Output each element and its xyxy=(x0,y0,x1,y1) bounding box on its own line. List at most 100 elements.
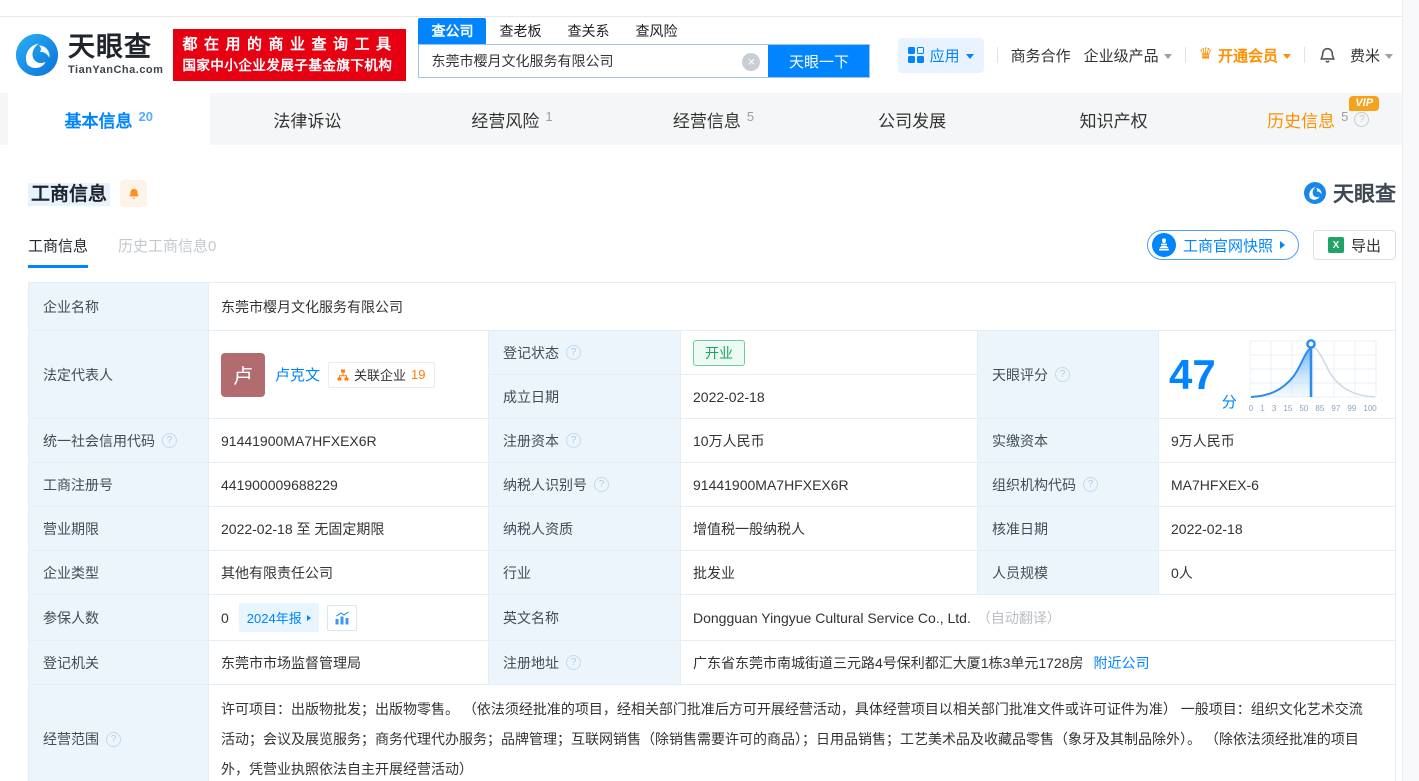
search-tab[interactable]: 查关系 xyxy=(554,18,622,44)
table-row-insured: 参保人数 0 2024年报 英文名称 Dongguan Yingyue Cult… xyxy=(29,595,1395,641)
crown-icon: ♛ xyxy=(1199,47,1213,63)
search-tab[interactable]: 查风险 xyxy=(622,18,690,44)
info-label: 人员规模 xyxy=(978,551,1159,594)
axis-tick: 1 xyxy=(1260,404,1264,413)
english-name-cell: Dongguan Yingyue Cultural Service Co., L… xyxy=(681,595,1395,640)
enterprise-products-menu[interactable]: 企业级产品 xyxy=(1084,45,1172,66)
subscribe-bell-icon[interactable] xyxy=(120,180,147,207)
tianyancha-logo-icon xyxy=(14,32,60,78)
help-icon[interactable] xyxy=(162,433,177,448)
business-info-table: 企业名称 东莞市樱月文化服务有限公司 法定代表人 卢 卢克文 关联企业 19 登… xyxy=(28,282,1396,781)
caret-right-icon xyxy=(1280,241,1285,249)
info-value: 441900009688229 xyxy=(209,463,489,506)
table-actions: 工商官网快照 导出 xyxy=(1147,230,1396,268)
info-value: 10万人民币 xyxy=(681,419,978,462)
chevron-down-icon xyxy=(1385,54,1393,59)
table-row-legal-rep: 法定代表人 卢 卢克文 关联企业 19 登记状态 开业 成立日期 2022-02… xyxy=(29,331,1395,419)
search-area: 查公司 查老板 查关系 查风险 天眼一下 xyxy=(418,18,870,78)
bar-chart-icon xyxy=(334,611,350,625)
main-tab[interactable]: VIP 经营信息 5 xyxy=(613,93,815,145)
related-count: 19 xyxy=(411,367,425,382)
legal-rep-link[interactable]: 卢克文 xyxy=(275,364,320,385)
info-value: MA7HFXEX-6 xyxy=(1159,463,1395,506)
help-icon[interactable] xyxy=(106,732,121,747)
info-label: 英文名称 xyxy=(489,595,681,640)
establish-date-value: 2022-02-18 xyxy=(681,375,978,418)
search-tabs: 查公司 查老板 查关系 查风险 xyxy=(418,18,870,44)
search-input[interactable] xyxy=(419,45,768,77)
info-value: 91441900MA7HFXEX6R xyxy=(681,463,978,506)
export-button[interactable]: 导出 xyxy=(1313,230,1396,260)
table-row: 企业类型 其他有限责任公司 行业 批发业 人员规模 0人 xyxy=(29,551,1395,595)
search-tab[interactable]: 查老板 xyxy=(486,18,554,44)
main-tab[interactable]: VIP 知识产权 xyxy=(1016,93,1218,145)
header-nav: 应用 商务合作 企业级产品 ♛ 开通会员 费米 xyxy=(898,38,1393,73)
promo-banner: 都在用的商业查询工具 国家中小企业发展子基金旗下机构 xyxy=(173,29,406,81)
search-button[interactable]: 天眼一下 xyxy=(768,45,869,77)
axis-tick: 15 xyxy=(1283,404,1292,413)
business-info-subtab[interactable]: 历史工商信息0 xyxy=(118,235,216,268)
divider xyxy=(1185,47,1186,63)
info-value: 2022-02-18 至 无固定期限 xyxy=(209,507,489,550)
auto-translate-note: （自动翻译） xyxy=(977,608,1061,628)
user-menu[interactable]: 费米 xyxy=(1350,45,1393,66)
nearby-companies-link[interactable]: 附近公司 xyxy=(1094,653,1150,673)
brand-domain: TianYanCha.com xyxy=(68,64,163,76)
related-companies-button[interactable]: 关联企业 19 xyxy=(328,362,434,388)
info-label: 登记机关 xyxy=(29,641,209,684)
main-tab[interactable]: VIP 历史信息 5 xyxy=(1217,93,1419,145)
annual-report-badge[interactable]: 2024年报 xyxy=(239,603,319,632)
help-icon[interactable] xyxy=(594,477,609,492)
main-tab[interactable]: VIP 基本信息 20 xyxy=(8,93,210,145)
score-chart-axis: 0 1 3 15 50 85 97 99 xyxy=(1249,404,1377,413)
info-value: 其他有限责任公司 xyxy=(209,551,489,594)
tianyancha-logo[interactable]: 天眼查 TianYanCha.com xyxy=(14,32,163,78)
tab-count: 5 xyxy=(1341,109,1348,124)
help-icon[interactable] xyxy=(566,345,581,360)
header: 天眼查 TianYanCha.com 都在用的商业查询工具 国家中小企业发展子基… xyxy=(0,17,1419,93)
score-distribution-chart: 0 1 3 15 50 85 97 99 xyxy=(1249,337,1377,413)
help-icon[interactable] xyxy=(1055,367,1070,382)
help-icon[interactable] xyxy=(566,433,581,448)
official-snapshot-button[interactable]: 工商官网快照 xyxy=(1147,230,1299,260)
main-tab[interactable]: VIP 经营风险 1 xyxy=(411,93,613,145)
help-icon[interactable] xyxy=(566,655,581,670)
business-info-subtab[interactable]: 工商信息 xyxy=(28,235,88,268)
info-value: 91441900MA7HFXEX6R xyxy=(209,419,489,462)
apps-menu[interactable]: 应用 xyxy=(898,38,984,73)
reg-status-cell: 开业 xyxy=(681,331,978,374)
search-tab[interactable]: 查公司 xyxy=(418,18,486,44)
info-label: 法定代表人 xyxy=(29,331,209,418)
info-label: 实缴资本 xyxy=(978,419,1159,462)
help-icon[interactable] xyxy=(1083,477,1098,492)
section-title: 工商信息 xyxy=(28,183,110,206)
info-value: 0人 xyxy=(1159,551,1395,594)
table-row-scope: 经营范围 许可项目：出版物批发；出版物零售。 （依法须经批准的项目，经相关部门批… xyxy=(29,685,1395,781)
legal-rep-cell: 卢 卢克文 关联企业 19 xyxy=(209,331,489,418)
table-row: 工商注册号 441900009688229 纳税人识别号 91441900MA7… xyxy=(29,463,1395,507)
info-label: 天眼评分 xyxy=(978,331,1159,418)
caret-right-icon xyxy=(307,615,311,621)
main-tab[interactable]: VIP 法律诉讼 xyxy=(210,93,412,145)
avatar[interactable]: 卢 xyxy=(221,353,265,397)
insured-trend-button[interactable] xyxy=(327,605,357,631)
table-row-company-name: 企业名称 东莞市樱月文化服务有限公司 xyxy=(29,283,1395,331)
help-icon[interactable] xyxy=(1354,112,1369,127)
tianyancha-logo-icon xyxy=(1303,181,1327,205)
insured-cell: 0 2024年报 xyxy=(209,595,489,640)
brand-name: 天眼查 xyxy=(68,34,163,61)
info-label: 统一社会信用代码 xyxy=(29,419,209,462)
main-tab[interactable]: VIP 公司发展 xyxy=(814,93,1016,145)
scrollbar[interactable] xyxy=(1402,0,1419,781)
business-cooperation-link[interactable]: 商务合作 xyxy=(1011,45,1071,66)
open-vip-menu[interactable]: ♛ 开通会员 xyxy=(1199,45,1291,66)
info-label: 登记状态 xyxy=(489,331,681,374)
subtab-row: 工商信息 历史工商信息0 工商官网快照 导出 xyxy=(28,230,1396,268)
divider xyxy=(1304,47,1305,63)
info-label: 企业类型 xyxy=(29,551,209,594)
notification-bell-icon[interactable] xyxy=(1318,45,1337,65)
info-value: 增值税一般纳税人 xyxy=(681,507,978,550)
axis-tick: 99 xyxy=(1347,404,1356,413)
stamp-icon xyxy=(1152,233,1176,257)
info-value: 9万人民币 xyxy=(1159,419,1395,462)
